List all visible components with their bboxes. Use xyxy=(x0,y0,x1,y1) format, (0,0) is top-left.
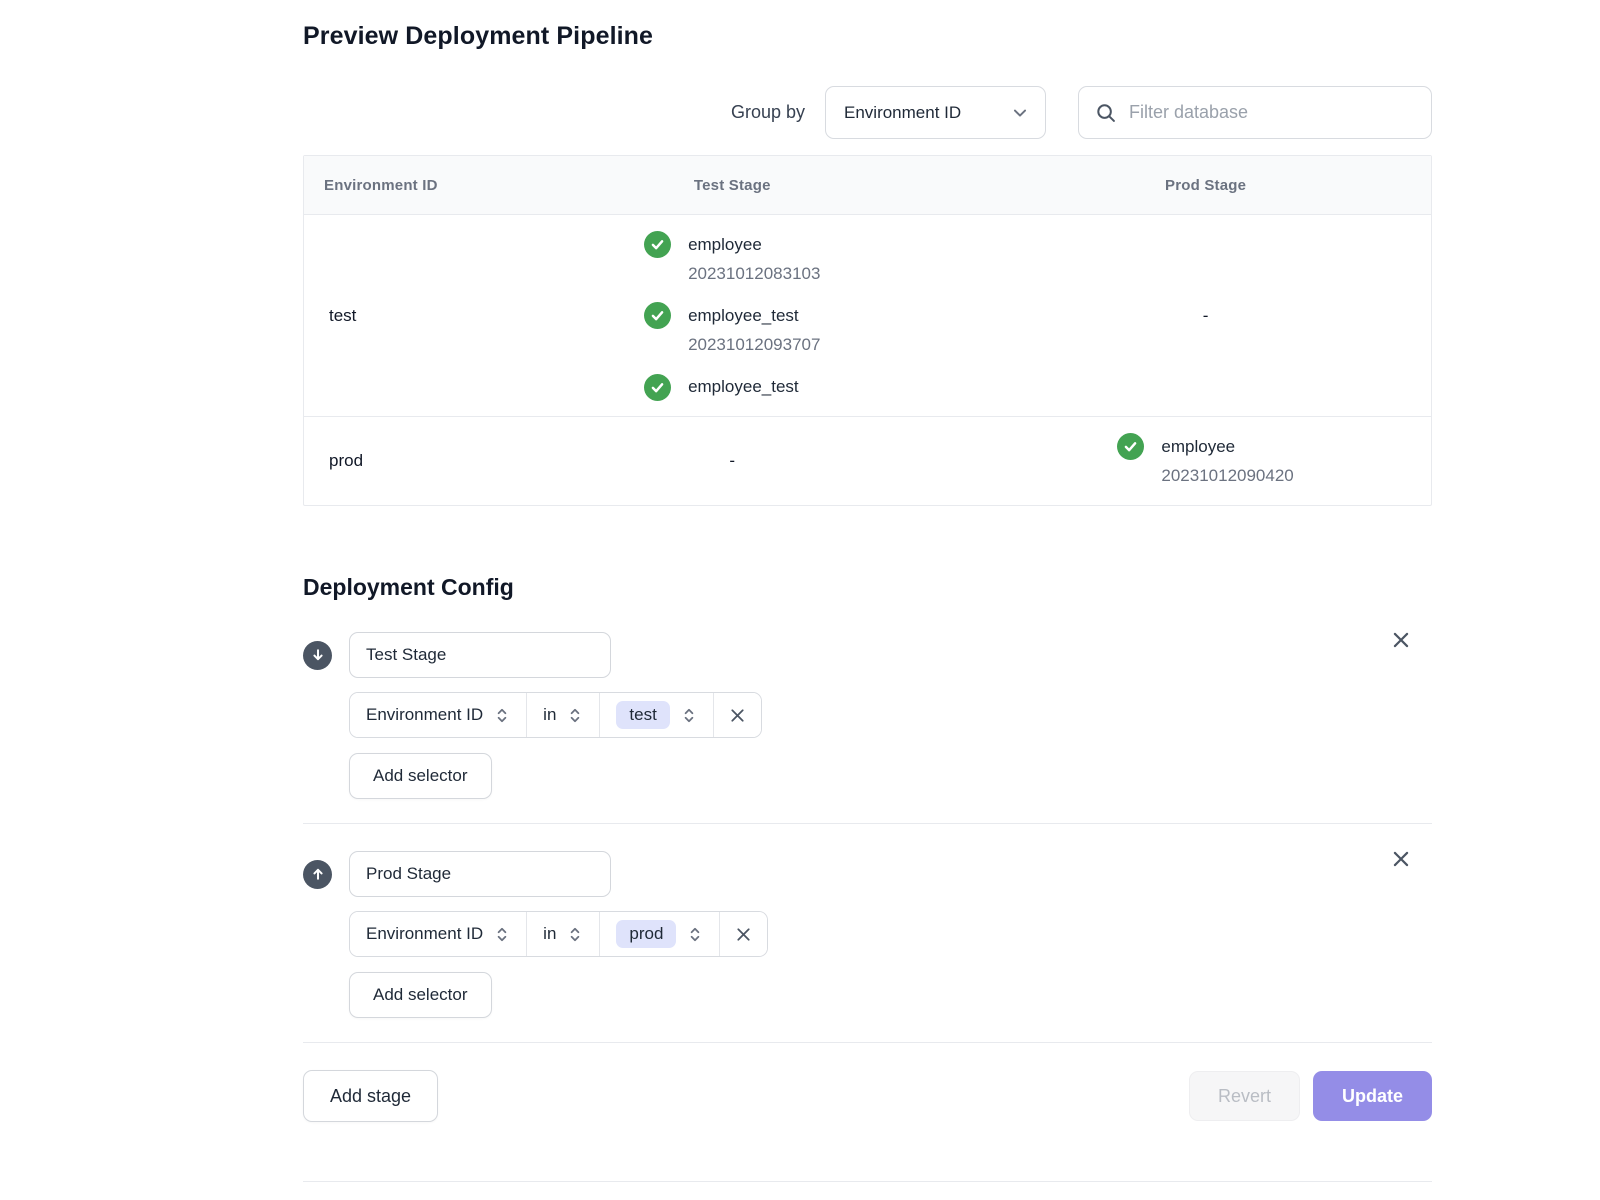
table-row-prod: prod - employee 20231012090420 xyxy=(304,416,1431,505)
database-version: 20231012090420 xyxy=(1161,461,1293,490)
revert-button[interactable]: Revert xyxy=(1189,1071,1300,1121)
database-list: employee 20231012090420 xyxy=(1117,417,1293,505)
chevron-up-down-icon xyxy=(494,707,510,724)
environment-name: test xyxy=(324,306,356,326)
table-row-test: test employee 20231012083103 xyxy=(304,214,1431,416)
chevron-up-down-icon xyxy=(494,926,510,943)
group-by-select[interactable]: Environment ID xyxy=(825,86,1046,139)
database-name: employee_test xyxy=(688,301,820,330)
chevron-up-down-icon xyxy=(567,707,583,724)
filter-database-input[interactable] xyxy=(1129,102,1415,123)
page-title: Preview Deployment Pipeline xyxy=(303,22,1432,51)
footer-divider xyxy=(303,1042,1432,1043)
prod-stage-cell: employee 20231012090420 xyxy=(980,417,1431,505)
database-name: employee_test xyxy=(688,372,799,401)
selector-operator-value: in xyxy=(543,924,556,944)
add-selector-button[interactable]: Add selector xyxy=(349,972,492,1018)
stage-header xyxy=(303,632,1432,678)
table-header-row: Environment ID Test Stage Prod Stage xyxy=(304,156,1431,214)
chevron-down-icon xyxy=(1011,104,1029,122)
main-content: Preview Deployment Pipeline Group by Env… xyxy=(303,22,1432,1182)
footer-actions-row: Add stage Revert Update xyxy=(303,1070,1432,1122)
footer-buttons: Revert Update xyxy=(1189,1071,1432,1121)
success-check-icon xyxy=(644,374,671,401)
selector-key-value: Environment ID xyxy=(366,924,483,944)
selector-operator-select[interactable]: in xyxy=(526,912,599,956)
column-header-test-stage: Test Stage xyxy=(484,156,980,214)
remove-stage-button[interactable] xyxy=(1387,626,1415,654)
selector-value-badge: prod xyxy=(616,920,676,948)
database-name: employee xyxy=(688,230,820,259)
success-check-icon xyxy=(1117,433,1144,460)
success-check-icon xyxy=(644,231,671,258)
database-version: 20231012093707 xyxy=(688,330,820,359)
prod-stage-cell: - xyxy=(980,215,1431,416)
arrow-down-circle-icon xyxy=(303,641,332,670)
group-by-selected-value: Environment ID xyxy=(844,103,961,123)
stage-divider xyxy=(303,823,1432,824)
database-list: employee 20231012083103 employee_test 20… xyxy=(644,215,820,416)
table-controls: Group by Environment ID xyxy=(303,86,1432,139)
database-version: 20231012083103 xyxy=(688,259,820,288)
close-icon xyxy=(734,925,753,944)
stage-name-input[interactable] xyxy=(349,632,611,678)
filter-database-search[interactable] xyxy=(1078,86,1432,139)
database-name: employee xyxy=(1161,432,1293,461)
chevron-up-down-icon xyxy=(567,926,583,943)
empty-stage-dash: - xyxy=(1203,306,1209,326)
chevron-up-down-icon xyxy=(681,707,697,724)
deployment-config-title: Deployment Config xyxy=(303,574,1432,601)
update-button[interactable]: Update xyxy=(1313,1071,1432,1121)
selector-row: Environment ID in prod xyxy=(349,911,1432,957)
database-entry: employee 20231012090420 xyxy=(1117,432,1293,490)
remove-selector-button[interactable] xyxy=(719,912,767,956)
selector-value-badge: test xyxy=(616,701,669,729)
selector-value-select[interactable]: test xyxy=(599,693,712,737)
stage-header xyxy=(303,851,1432,897)
database-entry: employee 20231012083103 xyxy=(644,230,820,288)
environment-cell: test xyxy=(304,215,484,416)
test-stage-cell: - xyxy=(484,417,980,505)
selector-operator-select[interactable]: in xyxy=(526,693,599,737)
add-stage-button[interactable]: Add stage xyxy=(303,1070,438,1122)
stage-name-input[interactable] xyxy=(349,851,611,897)
bottom-divider xyxy=(303,1181,1432,1182)
selector-row: Environment ID in test xyxy=(349,692,1432,738)
selector-group: Environment ID in test xyxy=(349,692,762,738)
pipeline-table: Environment ID Test Stage Prod Stage tes… xyxy=(303,155,1432,506)
success-check-icon xyxy=(644,302,671,329)
group-by-label: Group by xyxy=(731,102,805,123)
stage-config-test: Environment ID in test xyxy=(303,632,1432,799)
empty-stage-dash: - xyxy=(729,451,735,471)
environment-name: prod xyxy=(324,451,363,471)
stage-config-prod: Environment ID in prod xyxy=(303,851,1432,1018)
remove-selector-button[interactable] xyxy=(713,693,761,737)
chevron-up-down-icon xyxy=(687,926,703,943)
selector-key-select[interactable]: Environment ID xyxy=(350,693,526,737)
database-entry: employee_test xyxy=(644,372,820,401)
selector-value-select[interactable]: prod xyxy=(599,912,719,956)
column-header-environment-id: Environment ID xyxy=(304,156,484,214)
arrow-up-circle-icon xyxy=(303,860,332,889)
test-stage-cell: employee 20231012083103 employee_test 20… xyxy=(484,215,980,416)
selector-key-value: Environment ID xyxy=(366,705,483,725)
selector-key-select[interactable]: Environment ID xyxy=(350,912,526,956)
close-icon xyxy=(728,706,747,725)
remove-stage-button[interactable] xyxy=(1387,845,1415,873)
environment-cell: prod xyxy=(304,417,484,505)
database-entry: employee_test 20231012093707 xyxy=(644,301,820,359)
selector-group: Environment ID in prod xyxy=(349,911,768,957)
add-selector-button[interactable]: Add selector xyxy=(349,753,492,799)
column-header-prod-stage: Prod Stage xyxy=(980,156,1431,214)
selector-operator-value: in xyxy=(543,705,556,725)
search-icon xyxy=(1095,102,1117,124)
